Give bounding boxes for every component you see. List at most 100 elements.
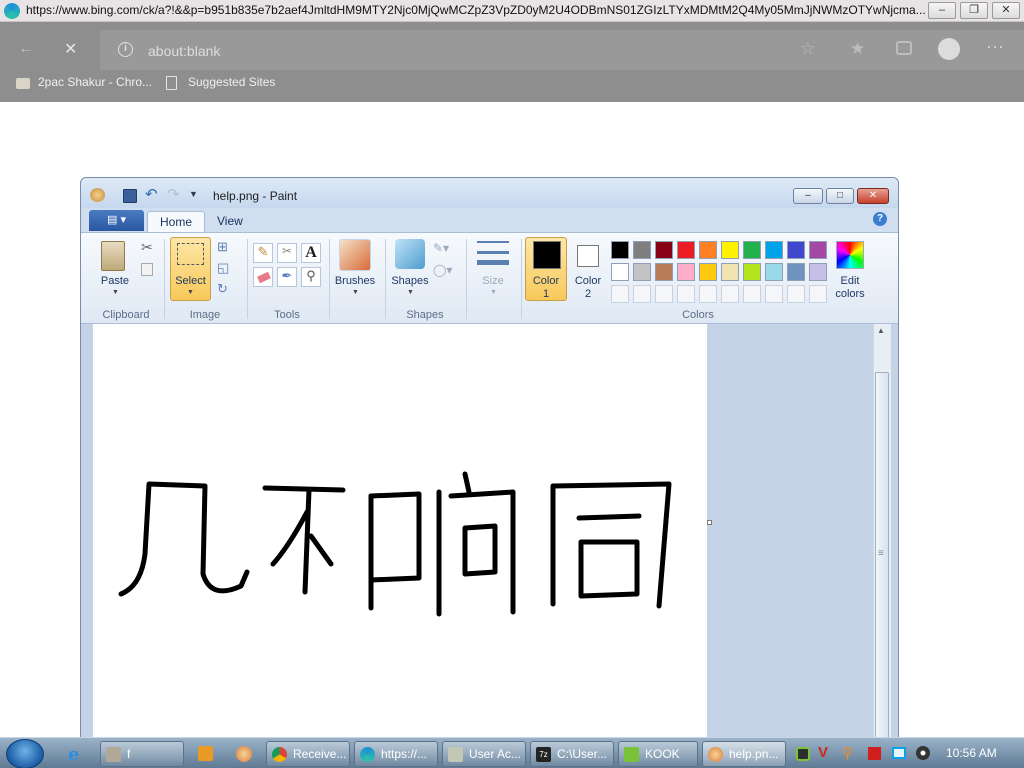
shapes-dropdown-icon[interactable]: ▼ bbox=[407, 289, 414, 296]
start-button[interactable] bbox=[6, 739, 44, 768]
copy-icon[interactable] bbox=[141, 263, 153, 276]
brushes-label[interactable]: Brushes bbox=[331, 275, 379, 287]
palette-swatch-empty[interactable] bbox=[721, 285, 739, 303]
taskbar-item-kook[interactable]: KOOK bbox=[618, 741, 698, 767]
minimize-button[interactable]: – bbox=[928, 2, 956, 19]
palette-swatch[interactable] bbox=[655, 241, 673, 259]
palette-swatch-empty[interactable] bbox=[809, 285, 827, 303]
palette-swatch[interactable] bbox=[765, 263, 783, 281]
color2-label[interactable]: Color bbox=[567, 275, 609, 287]
pencil-icon[interactable]: ✎ bbox=[253, 243, 273, 263]
tray-speaker-icon[interactable] bbox=[916, 746, 930, 760]
fill-style-icon[interactable]: ◯▾ bbox=[433, 263, 452, 277]
tab-home[interactable]: Home bbox=[147, 211, 206, 232]
palette-swatch-empty[interactable] bbox=[633, 285, 651, 303]
color2-swatch[interactable] bbox=[577, 245, 599, 267]
help-icon[interactable]: ? bbox=[873, 212, 887, 226]
size-dropdown-icon[interactable]: ▼ bbox=[490, 289, 497, 296]
stop-icon[interactable]: ✕ bbox=[64, 39, 77, 59]
shapes-icon[interactable] bbox=[395, 239, 425, 269]
scroll-up-icon[interactable]: ▲ bbox=[877, 326, 885, 335]
paint-quicklaunch-icon[interactable] bbox=[236, 746, 252, 762]
restore-button[interactable]: ❐ bbox=[960, 2, 988, 19]
palette-swatch[interactable] bbox=[721, 263, 739, 281]
palette-swatch[interactable] bbox=[611, 241, 629, 259]
palette-swatch[interactable] bbox=[699, 241, 717, 259]
profile-avatar[interactable] bbox=[938, 38, 960, 60]
palette-swatch[interactable] bbox=[765, 241, 783, 259]
taskbar-item-user-accounts[interactable]: User Ac... bbox=[442, 741, 526, 767]
clock[interactable]: 10:56 AM bbox=[946, 746, 997, 760]
resize-icon[interactable]: ◱ bbox=[217, 260, 229, 276]
size-label[interactable]: Size bbox=[473, 275, 513, 287]
palette-swatch[interactable] bbox=[809, 241, 827, 259]
eraser-icon[interactable] bbox=[253, 267, 273, 287]
palette-swatch[interactable] bbox=[633, 241, 651, 259]
customize-quick-access-icon[interactable]: ▼ bbox=[189, 189, 198, 199]
paste-dropdown-icon[interactable]: ▼ bbox=[112, 289, 119, 296]
tray-kook-icon[interactable] bbox=[796, 747, 810, 761]
taskbar-item-f[interactable]: f bbox=[100, 741, 184, 767]
tab-view[interactable]: View bbox=[205, 211, 255, 232]
palette-swatch-empty[interactable] bbox=[677, 285, 695, 303]
outline-icon[interactable]: ✎▾ bbox=[433, 241, 449, 255]
palette-swatch[interactable] bbox=[677, 263, 695, 281]
media-player-icon[interactable] bbox=[198, 746, 213, 761]
palette-swatch-empty[interactable] bbox=[743, 285, 761, 303]
close-button[interactable]: ✕ bbox=[992, 2, 1020, 19]
taskbar-item-7zip[interactable]: 7z C:\User... bbox=[530, 741, 614, 767]
palette-swatch-empty[interactable] bbox=[787, 285, 805, 303]
magnifier-icon[interactable]: ⚲ bbox=[301, 267, 321, 287]
palette-swatch[interactable] bbox=[721, 241, 739, 259]
paint-app-icon[interactable] bbox=[90, 188, 105, 202]
palette-swatch[interactable] bbox=[677, 241, 695, 259]
tray-flag-icon[interactable] bbox=[868, 747, 881, 760]
brushes-icon[interactable] bbox=[339, 239, 371, 271]
undo-icon[interactable]: ↶ bbox=[145, 185, 158, 203]
paint-close-button[interactable]: ✕ bbox=[857, 188, 889, 204]
edit-colors-label[interactable]: Edit bbox=[827, 275, 873, 287]
brushes-dropdown-icon[interactable]: ▼ bbox=[352, 289, 359, 296]
rotate-icon[interactable]: ↻ bbox=[217, 281, 228, 297]
clipboard-icon[interactable] bbox=[101, 241, 125, 271]
collections-icon[interactable] bbox=[896, 41, 912, 55]
palette-swatch[interactable] bbox=[655, 263, 673, 281]
paste-label[interactable]: Paste bbox=[95, 275, 135, 287]
address-bar[interactable]: i about:blank ☆ ★ ⋯ bbox=[100, 30, 1024, 70]
palette-swatch-empty[interactable] bbox=[611, 285, 629, 303]
ie-icon[interactable]: e bbox=[68, 744, 79, 765]
info-icon[interactable]: i bbox=[118, 42, 133, 57]
paint-minimize-button[interactable]: – bbox=[793, 188, 823, 204]
select-dropdown-icon[interactable]: ▼ bbox=[187, 289, 194, 296]
palette-swatch[interactable] bbox=[787, 241, 805, 259]
paint-menu-button[interactable]: ▤ ▾ bbox=[89, 210, 144, 231]
favorite-suggested-sites[interactable]: Suggested Sites bbox=[188, 75, 275, 89]
add-favorite-icon[interactable]: ☆ bbox=[800, 39, 815, 59]
palette-swatch[interactable] bbox=[743, 263, 761, 281]
more-icon[interactable]: ⋯ bbox=[986, 37, 1004, 58]
palette-swatch[interactable] bbox=[699, 263, 717, 281]
paint-maximize-button[interactable]: □ bbox=[826, 188, 854, 204]
taskbar-item-paint[interactable]: help.pn... bbox=[702, 741, 786, 767]
edit-colors-icon[interactable] bbox=[836, 241, 864, 269]
tray-v-icon[interactable]: V bbox=[818, 744, 828, 761]
shapes-label[interactable]: Shapes bbox=[387, 275, 433, 287]
save-icon[interactable] bbox=[123, 189, 137, 203]
palette-swatch[interactable] bbox=[787, 263, 805, 281]
palette-swatch[interactable] bbox=[611, 263, 629, 281]
palette-swatch-empty[interactable] bbox=[765, 285, 783, 303]
taskbar-item-edge[interactable]: https://... bbox=[354, 741, 438, 767]
vertical-scrollbar[interactable]: ▲ ≡ bbox=[873, 324, 891, 742]
drawing-canvas[interactable] bbox=[93, 324, 707, 742]
canvas-resize-handle[interactable] bbox=[707, 520, 712, 525]
crop-icon[interactable]: ⊞ bbox=[217, 239, 228, 255]
palette-swatch-empty[interactable] bbox=[699, 285, 717, 303]
palette-swatch[interactable] bbox=[809, 263, 827, 281]
back-icon[interactable]: ← bbox=[18, 40, 34, 58]
cut-icon[interactable]: ✂ bbox=[141, 239, 153, 256]
redo-icon[interactable]: ↷ bbox=[167, 185, 180, 203]
color-picker-icon[interactable]: ✒ bbox=[277, 267, 297, 287]
favorites-icon[interactable]: ★ bbox=[850, 39, 865, 59]
tray-search-icon[interactable]: ⚲ bbox=[842, 744, 853, 762]
tray-monitor-icon[interactable] bbox=[892, 747, 906, 759]
